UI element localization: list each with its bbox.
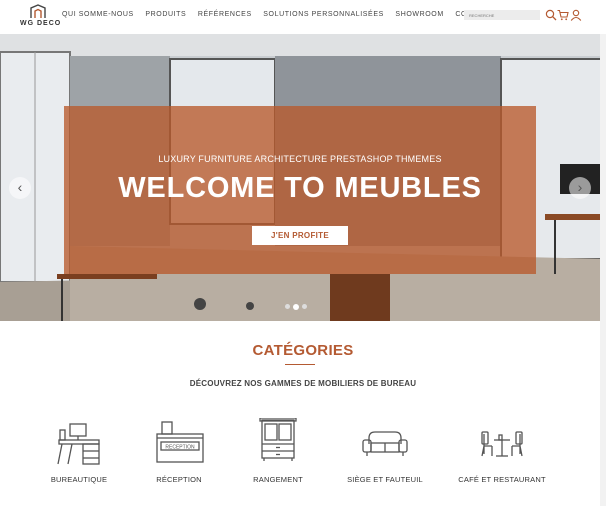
hero-subtitle: LUXURY FURNITURE ARCHITECTURE PRESTASHOP… xyxy=(158,154,442,164)
slider-next-button[interactable]: › xyxy=(569,177,591,199)
site-logo[interactable]: WG DECO xyxy=(20,4,62,32)
logo-mark-icon xyxy=(30,4,46,18)
nav-item-produits[interactable]: PRODUITS xyxy=(145,11,186,18)
hero-cta-button[interactable]: J'EN PROFITE xyxy=(252,226,348,245)
cafe-table-icon xyxy=(481,431,523,457)
user-icon[interactable] xyxy=(570,9,582,21)
cabinet-icon xyxy=(259,418,297,461)
page-scrollbar[interactable] xyxy=(600,34,606,506)
main-nav: QUI SOMME-NOUS PRODUITS RÉFÉRENCES SOLUT… xyxy=(62,11,502,18)
site-header: WG DECO QUI SOMME-NOUS PRODUITS RÉFÉRENC… xyxy=(0,0,606,34)
category-label: CAFÉ ET RESTAURANT xyxy=(458,475,546,484)
hero-title: WELCOME TO MEUBLES xyxy=(118,172,482,204)
nav-item-references[interactable]: RÉFÉRENCES xyxy=(198,11,252,18)
search-icon[interactable] xyxy=(545,9,557,21)
category-label: RANGEMENT xyxy=(253,475,303,484)
slider-dot-2[interactable] xyxy=(293,303,299,310)
sofa-icon xyxy=(362,431,408,456)
slider-dots xyxy=(285,298,310,310)
nav-item-showroom[interactable]: SHOWROOM xyxy=(395,11,443,18)
categories-title: CATÉGORIES xyxy=(252,342,354,359)
chevron-right-icon: › xyxy=(577,179,583,195)
slider-prev-button[interactable]: ‹ xyxy=(9,177,31,199)
logo-text: WG DECO xyxy=(20,20,62,27)
nav-item-qui-somme-nous[interactable]: QUI SOMME-NOUS xyxy=(62,11,134,18)
cart-icon[interactable] xyxy=(557,9,569,21)
chevron-left-icon: ‹ xyxy=(17,179,23,195)
nav-item-solutions[interactable]: SOLUTIONS PERSONNALISÉES xyxy=(263,11,384,18)
category-label: SIÈGE ET FAUTEUIL xyxy=(347,475,423,484)
search-input[interactable] xyxy=(464,10,540,20)
svg-text:RECEPTION: RECEPTION xyxy=(165,445,195,451)
categories-subtitle: DÉCOUVREZ NOS GAMMES DE MOBILIERS DE BUR… xyxy=(189,379,417,388)
title-divider xyxy=(285,364,315,365)
